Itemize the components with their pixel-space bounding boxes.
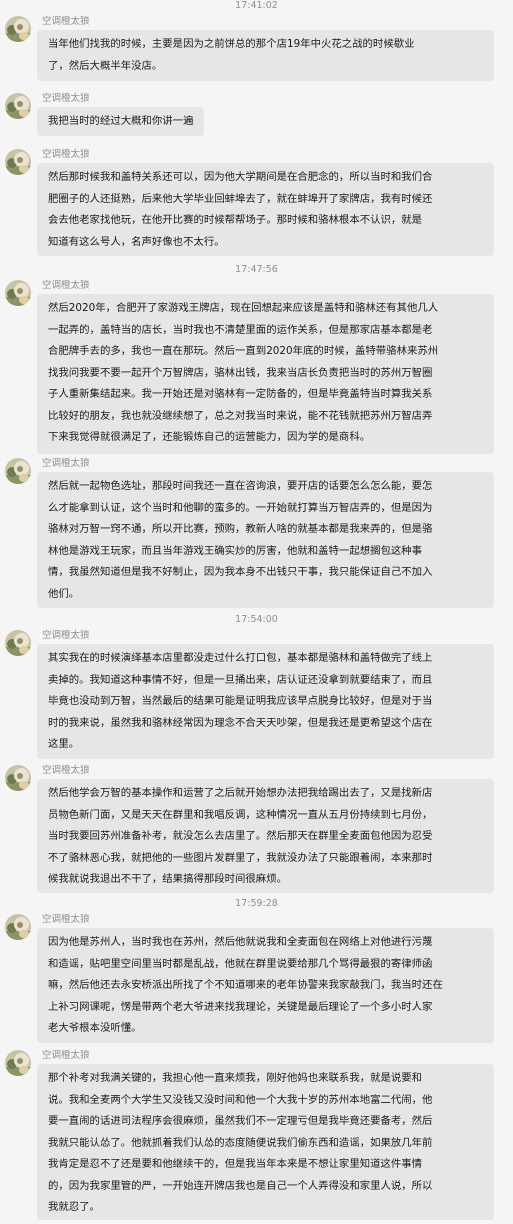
chat-history: 17:41:02 空调橙太狼 当年他们找我的时候，主要是因为之前饼总的那个店19… <box>0 0 513 1224</box>
message-line: 卖掉的。我知道这种事情不好，但是一旦捅出来，店认证还没拿到就要结束了，而且 <box>48 673 433 686</box>
sender-name: 空调橙太狼 <box>42 149 90 160</box>
message-line: 他们。 <box>48 587 80 600</box>
message-line: 然后他学会万智的基本操作和运营了之后就开始想办法把我给踢出去了，又是找新店 <box>48 787 433 799</box>
message-line: 林他是游戏王玩家，而且当年游戏王确实炒的厉害，他就和盖特一起想搁包这种事 <box>48 544 423 557</box>
sender-avatar[interactable] <box>5 149 31 175</box>
sender-avatar[interactable] <box>5 914 31 940</box>
sender-avatar[interactable] <box>5 458 31 484</box>
sender-name: 空调橙太狼 <box>42 93 90 104</box>
message-line: 老大爷根本没听懂。 <box>48 1022 142 1034</box>
sender-name: 空调橙太狼 <box>42 630 90 641</box>
message-line: 比较好的朋友，我也就没继续想了，总之对我当时来说，能不花钱就把苏州万智店弄 <box>48 409 433 422</box>
message-line: 会去他老家找他玩，在他开比赛的时候帮帮场子。那时候和骆林根本不认识，就是 <box>48 214 423 226</box>
sender-name: 空调橙太狼 <box>42 16 90 27</box>
message-line: 然后2020年，合肥开了家游戏王牌店，现在回想起来应该是盖特和骆林还有其他几人 <box>48 302 439 314</box>
timestamp: 17:41:02 <box>235 0 278 11</box>
message-line: 骆林对万智一窍不通，所以开比赛，预购，教新人啥的就基本都是我来弄的，但是骆 <box>48 523 433 535</box>
message-bubble[interactable]: 然后他学会万智的基本操作和运营了之后就开始想办法把我给踢出去了，又是找新店 员物… <box>37 779 494 893</box>
message-line: 要一直闹的话进司法程序会很麻烦，虽然我们不一定理亏但是我毕竟还要备考，然后 <box>48 1115 433 1127</box>
message-line: 这里。 <box>48 738 80 750</box>
message-bubble[interactable]: 那个补考对我满关键的，我担心他一直来烦我，刚好他妈也来联系我，就是说要和 说。我… <box>37 1064 494 1220</box>
message-bubble[interactable]: 因为他是苏州人，当时我也在苏州，然后他就说我和全麦面包在网络上对他进行污蔑 和造… <box>37 928 494 1043</box>
message-bubble[interactable]: 我把当时的经过大概和你讲一遍 <box>37 107 205 136</box>
message-line: 我就只能认怂了。他就抓着我们认怂的态度随便说我们偷东西和造谣，如果放几年前 <box>48 1136 433 1149</box>
sender-avatar[interactable] <box>5 1050 31 1076</box>
message-line: 我肯定是忍不了还是要和他继续干的，但是我当年本来是不想让家里知道这件事情 <box>48 1158 423 1170</box>
message-line: 毕竟也没动到万智，当然最后的结果可能是证明我应该早点脱身比较好，但是对于当 <box>48 695 433 707</box>
timestamp: 17:47:56 <box>235 264 278 275</box>
message-line: 然后那时候我和盖特关系还可以，因为他大学期间是在合肥念的，所以当时和我们合 <box>48 171 433 183</box>
message-line: 合肥牌手去的多，我也一直在那玩。然后一直到2020年底的时候，盖特带骆林来苏州 <box>48 345 439 357</box>
message-line: 知道有这么号人，名声好像也不太行。 <box>48 235 225 248</box>
message-bubble[interactable]: 然后2020年，合肥开了家游戏王牌店，现在回想起来应该是盖特和骆林还有其他几人 … <box>37 294 494 454</box>
message-line: 当时我要回苏州准备补考，就没怎么去店里了。然后那天在群里全麦面包他因为忍受 <box>48 830 433 842</box>
message-line: 那个补考对我满关键的，我担心他一直来烦我，刚好他妈也来联系我，就是说要和 <box>48 1072 423 1084</box>
message-line: 一起弄的，盖特当的店长，当时我也不清楚里面的运作关系，但是那家店基本都是老 <box>48 323 433 336</box>
message-line: 么才能拿到认证，这个当时和他聊的蛮多的。一开始就打算当万智店弄的，但是因为 <box>48 501 433 514</box>
message-line: 其实我在的时候演绎基本店里都没走过什么打口包，基本都是骆林和盖特做完了线上 <box>48 652 433 664</box>
message-line: 时的我来说，虽然我和骆林经常因为理念不合天天吵架，但是我还是更希望这个店在 <box>48 716 433 729</box>
sender-avatar[interactable] <box>5 630 31 656</box>
message-line: 我把当时的经过大概和你讲一遍 <box>48 115 194 127</box>
message-line: 上补习网课呢，愣是带两个老大爷进来找我理论，关键是最后理论了一个多小时人家 <box>48 1000 433 1013</box>
message-bubble[interactable]: 然后就一起物色选址，那段时间我还一直在咨询浪，要开店的话要怎么怎么能，要怎 么才… <box>37 472 494 608</box>
message-line: 子人重新集结起来。我一开始还是对骆林有一定防备的，但是毕竟盖特当时算我关系 <box>48 388 433 400</box>
message-line: 了，然后大概半年没店。 <box>48 59 163 72</box>
message-line: 的，因为我家里管的严，一开始连开牌店我也是自己一个人弄得没和家里人说，所以 <box>48 1179 433 1192</box>
message-line: 不了骆林恶心我，就把他的一些图片发群里了，我就没办法了只能跟着闹，本来那时 <box>48 851 433 864</box>
sender-name: 空调橙太狼 <box>42 1050 90 1061</box>
sender-avatar[interactable] <box>5 16 31 42</box>
message-line: 和造谣，贴吧里空间里当时都是乱战，他就在群里说要给那几个骂得最狠的寄律师函 <box>48 957 433 970</box>
message-line: 肥圈子的人还挺熟，后来他大学毕业回蚌埠去了，就在蚌埠开了家牌店，我有时候还 <box>48 192 433 205</box>
message-line: 候我就说我退出不干了，结果搞得那段时间很麻烦。 <box>48 873 287 885</box>
message-line: 然后就一起物色选址，那段时间我还一直在咨询浪，要开店的话要怎么怎么能，要怎 <box>48 480 433 492</box>
message-line: 嘛，然后他还去永安桥派出所找了个不知道哪来的老年协警来我家敲我门，我当时还在 <box>48 979 443 991</box>
message-line: 当年他们找我的时候，主要是因为之前饼总的那个店19年中火花之战的时候歇业 <box>48 38 415 50</box>
sender-name: 空调橙太狼 <box>42 280 90 291</box>
sender-name: 空调橙太狼 <box>42 458 90 469</box>
message-line: 情，我虽然知道但是我不好制止，因为我本身不出钱只干事，我只能保证自己不加入 <box>48 566 433 578</box>
message-line: 下来我觉得就很满足了，还能锻炼自己的运营能力，因为学的是商科。 <box>48 431 371 443</box>
timestamp: 17:59:28 <box>235 898 278 909</box>
message-bubble[interactable]: 然后那时候我和盖特关系还可以，因为他大学期间是在合肥念的，所以当时和我们合 肥圈… <box>37 163 494 256</box>
message-bubble[interactable]: 其实我在的时候演绎基本店里都没走过什么打口包，基本都是骆林和盖特做完了线上 卖掉… <box>37 644 494 759</box>
message-line: 说。我和全麦两个大学生又没钱又没时间和他一个大我十岁的苏州本地富二代闹，他 <box>48 1093 433 1106</box>
message-line: 员物色新门面，又是天天在群里和我唱反调，这种情况一直从五月份持续到七月份， <box>48 808 433 821</box>
sender-name: 空调橙太狼 <box>42 765 90 776</box>
message-line: 找我问我要不要一起开个万智牌店，骆林出钱，我来当店长负责把当时的苏州万智圈 <box>48 366 433 379</box>
message-line: 我就忍了。 <box>48 1201 100 1213</box>
sender-name: 空调橙太狼 <box>42 914 90 925</box>
sender-avatar[interactable] <box>5 765 31 791</box>
timestamp: 17:54:00 <box>235 614 278 625</box>
sender-avatar[interactable] <box>5 280 31 306</box>
message-bubble[interactable]: 当年他们找我的时候，主要是因为之前饼总的那个店19年中火花之战的时候歇业 了，然… <box>37 30 494 81</box>
sender-avatar[interactable] <box>5 93 31 119</box>
message-line: 因为他是苏州人，当时我也在苏州，然后他就说我和全麦面包在网络上对他进行污蔑 <box>48 936 433 948</box>
